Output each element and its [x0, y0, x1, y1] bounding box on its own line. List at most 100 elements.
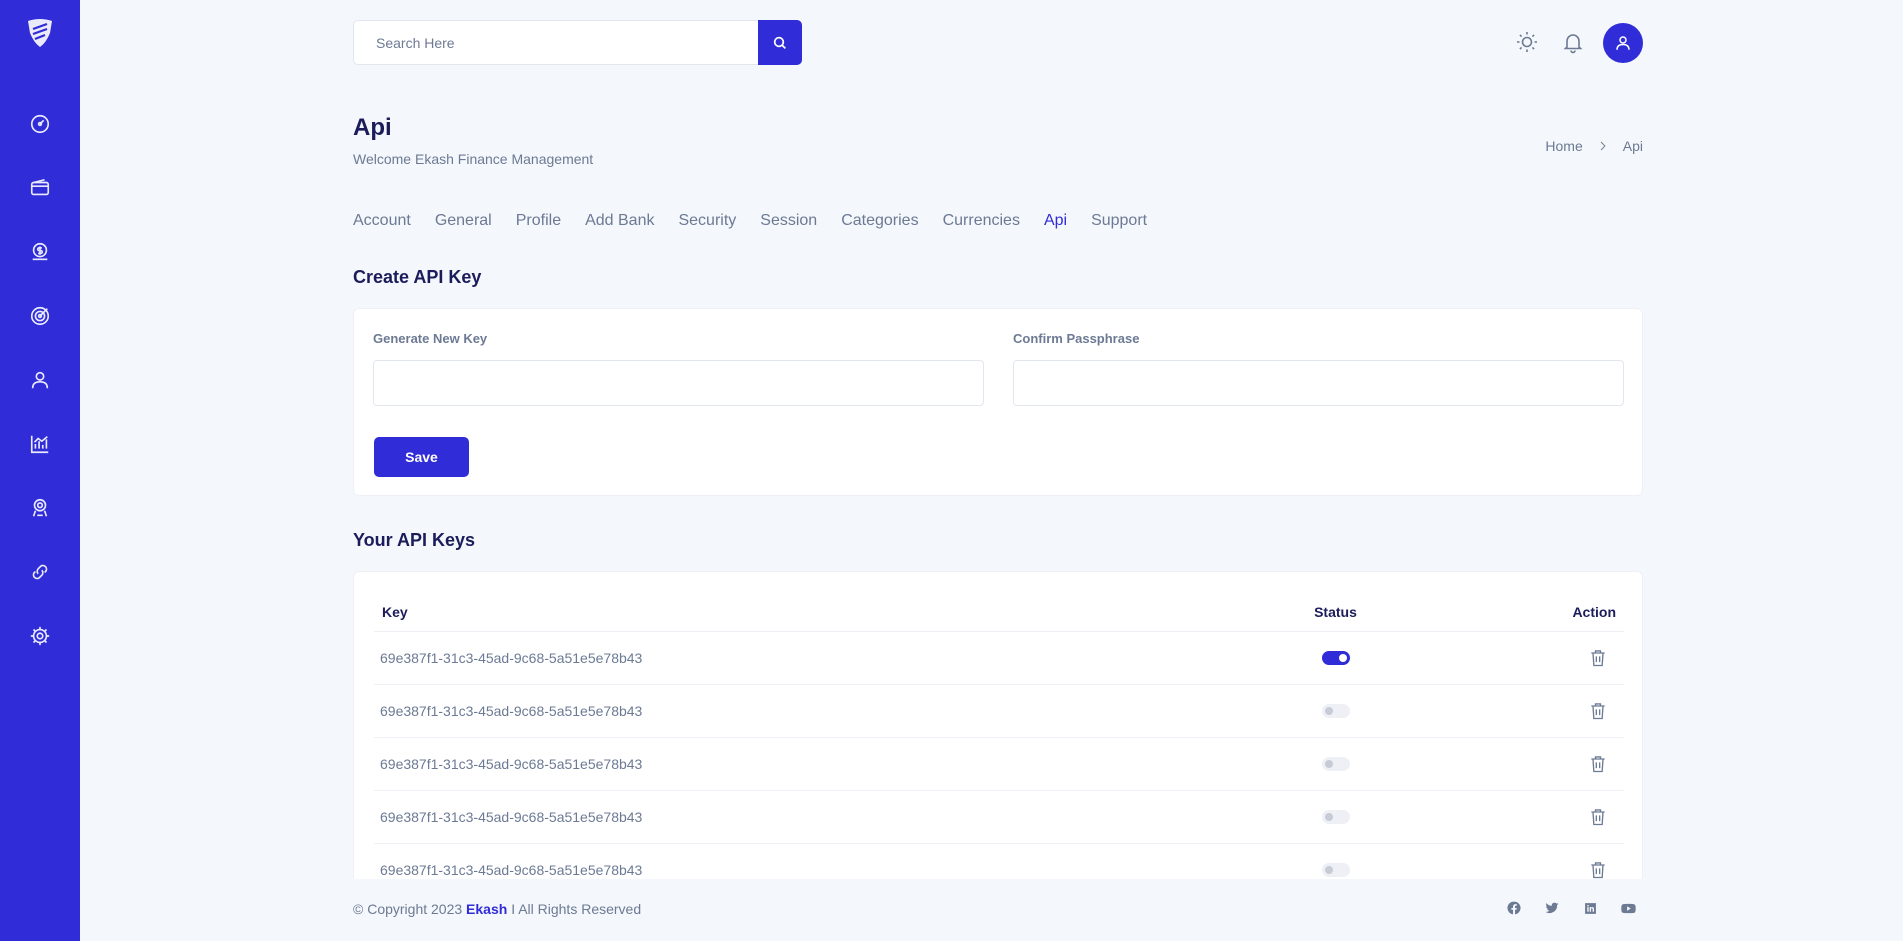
delete-key-button[interactable]	[1588, 754, 1608, 774]
status-cell	[1254, 863, 1417, 877]
tab-session[interactable]: Session	[760, 212, 817, 230]
tab-api[interactable]: Api	[1044, 212, 1067, 230]
rights-text: I All Rights Reserved	[511, 901, 642, 917]
api-keys-table: Key Status Action 69e387f1-31c3-45ad-9c6…	[374, 592, 1624, 897]
status-toggle[interactable]	[1321, 704, 1350, 718]
trash-icon	[1588, 860, 1608, 880]
linkedin-icon	[1584, 902, 1596, 914]
sidebar-item-wallet[interactable]	[22, 170, 58, 206]
footer: © Copyright 2023 Ekash I All Rights Rese…	[80, 879, 1903, 941]
page-subtitle: Welcome Ekash Finance Management	[353, 151, 594, 167]
affiliates-icon	[32, 564, 48, 580]
linkedin-link[interactable]	[1580, 898, 1600, 918]
twitter-link[interactable]	[1542, 898, 1562, 918]
api-key-value: 69e387f1-31c3-45ad-9c68-5a51e5e78b43	[380, 756, 643, 772]
dashboard-icon	[30, 114, 50, 134]
delete-key-button[interactable]	[1588, 807, 1608, 827]
sidebar-item-affiliates[interactable]	[22, 554, 58, 590]
api-keys-card: Key Status Action 69e387f1-31c3-45ad-9c6…	[353, 571, 1643, 901]
budget-icon	[32, 242, 48, 261]
sidebar-item-settings[interactable]	[22, 618, 58, 654]
copyright-text: © Copyright 2023	[353, 901, 463, 917]
trash-icon	[1588, 754, 1608, 774]
settings-tabs: Account General Profile Add Bank Securit…	[353, 212, 1147, 230]
support-icon	[32, 498, 48, 517]
logo-icon[interactable]	[22, 15, 58, 51]
search-button[interactable]	[758, 20, 802, 65]
chevron-right-icon	[1597, 140, 1609, 152]
sun-icon	[1517, 32, 1537, 52]
avatar[interactable]	[1603, 23, 1643, 63]
column-header-key: Key	[382, 603, 408, 620]
status-cell	[1254, 704, 1417, 718]
tab-general[interactable]: General	[435, 212, 492, 230]
tab-account[interactable]: Account	[353, 212, 411, 230]
bell-icon	[1563, 34, 1583, 54]
delete-key-button[interactable]	[1588, 860, 1608, 880]
confirm-passphrase-input[interactable]	[1013, 360, 1624, 406]
sidebar-item-budget[interactable]	[22, 234, 58, 270]
tab-profile[interactable]: Profile	[516, 212, 561, 230]
breadcrumb: Home Api	[1545, 138, 1643, 154]
trash-icon	[1588, 648, 1608, 668]
column-header-status: Status	[1314, 603, 1357, 620]
generate-key-input[interactable]	[373, 360, 984, 406]
action-cell	[1417, 648, 1624, 668]
tab-add-bank[interactable]: Add Bank	[585, 212, 654, 230]
status-toggle[interactable]	[1321, 810, 1350, 824]
api-key-value: 69e387f1-31c3-45ad-9c68-5a51e5e78b43	[380, 650, 643, 666]
footer-copyright: © Copyright 2023 Ekash I All Rights Rese…	[353, 901, 641, 917]
tab-support[interactable]: Support	[1091, 212, 1147, 230]
your-api-keys-title: Your API Keys	[353, 530, 476, 550]
breadcrumb-home[interactable]: Home	[1545, 138, 1582, 154]
table-body: 69e387f1-31c3-45ad-9c68-5a51e5e78b43 69e3…	[374, 632, 1624, 897]
sidebar-item-dashboard[interactable]	[22, 106, 58, 142]
confirm-passphrase-label: Confirm Passphrase	[1013, 331, 1140, 346]
tab-categories[interactable]: Categories	[841, 212, 918, 230]
settings-icon	[30, 626, 50, 646]
page-title: Api	[353, 114, 392, 141]
user-icon	[1616, 36, 1630, 50]
search-input[interactable]	[353, 20, 758, 65]
table-row: 69e387f1-31c3-45ad-9c68-5a51e5e78b43	[374, 738, 1624, 791]
save-button[interactable]: Save	[374, 437, 469, 477]
youtube-icon	[1620, 903, 1636, 913]
create-api-key-card: Generate New Key Confirm Passphrase Save	[353, 308, 1643, 496]
facebook-link[interactable]	[1504, 898, 1524, 918]
sidebar-item-support[interactable]	[22, 490, 58, 526]
trash-icon	[1588, 807, 1608, 827]
create-api-key-title: Create API Key	[353, 267, 482, 287]
sidebar-item-goals[interactable]	[22, 298, 58, 334]
table-row: 69e387f1-31c3-45ad-9c68-5a51e5e78b43	[374, 791, 1624, 844]
status-toggle[interactable]	[1321, 757, 1350, 771]
status-cell	[1254, 810, 1417, 824]
delete-key-button[interactable]	[1588, 648, 1608, 668]
sidebar-item-analytics[interactable]	[22, 426, 58, 462]
theme-toggle[interactable]	[1513, 28, 1541, 56]
delete-key-button[interactable]	[1588, 701, 1608, 721]
sidebar-item-profile[interactable]	[22, 362, 58, 398]
table-row: 69e387f1-31c3-45ad-9c68-5a51e5e78b43	[374, 632, 1624, 685]
notifications-button[interactable]	[1559, 28, 1587, 56]
api-key-value: 69e387f1-31c3-45ad-9c68-5a51e5e78b43	[380, 809, 643, 825]
twitter-icon	[1545, 902, 1559, 914]
column-header-action: Action	[1572, 603, 1616, 620]
sidebar	[0, 0, 80, 941]
action-cell	[1417, 807, 1624, 827]
tab-security[interactable]: Security	[678, 212, 736, 230]
youtube-link[interactable]	[1618, 898, 1638, 918]
facebook-icon	[1507, 901, 1521, 915]
profile-icon	[31, 371, 49, 389]
analytics-icon	[30, 435, 49, 454]
status-toggle[interactable]	[1321, 863, 1350, 877]
table-row: 69e387f1-31c3-45ad-9c68-5a51e5e78b43	[374, 685, 1624, 738]
breadcrumb-current: Api	[1622, 138, 1643, 154]
api-key-value: 69e387f1-31c3-45ad-9c68-5a51e5e78b43	[380, 703, 643, 719]
goals-icon	[30, 306, 50, 326]
status-toggle[interactable]	[1321, 651, 1350, 665]
wallet-icon	[30, 178, 50, 196]
footer-brand-link[interactable]: Ekash	[466, 901, 507, 917]
tab-currencies[interactable]: Currencies	[943, 212, 1020, 230]
action-cell	[1417, 754, 1624, 774]
search-icon	[773, 36, 786, 49]
